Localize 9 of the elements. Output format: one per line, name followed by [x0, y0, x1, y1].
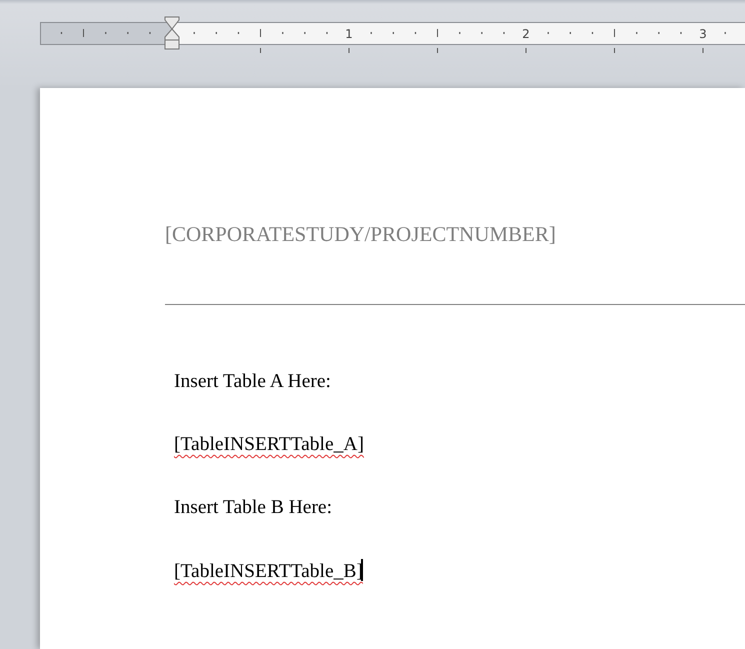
ruler-number: 2 [522, 27, 530, 41]
ruler-number: 3 [699, 27, 707, 41]
paragraph: Insert Table A Here: [174, 370, 331, 394]
indent-marker[interactable] [164, 16, 180, 50]
paragraph: Insert Table B Here: [174, 496, 332, 520]
paragraph: [TableINSERTTable_A] [174, 433, 364, 457]
paragraph: [TableINSERTTable_B] [174, 559, 363, 584]
header-text: [CORPORATESTUDY/PROJECTNUMBER] [165, 222, 556, 246]
ruler-number: 1 [345, 27, 353, 41]
